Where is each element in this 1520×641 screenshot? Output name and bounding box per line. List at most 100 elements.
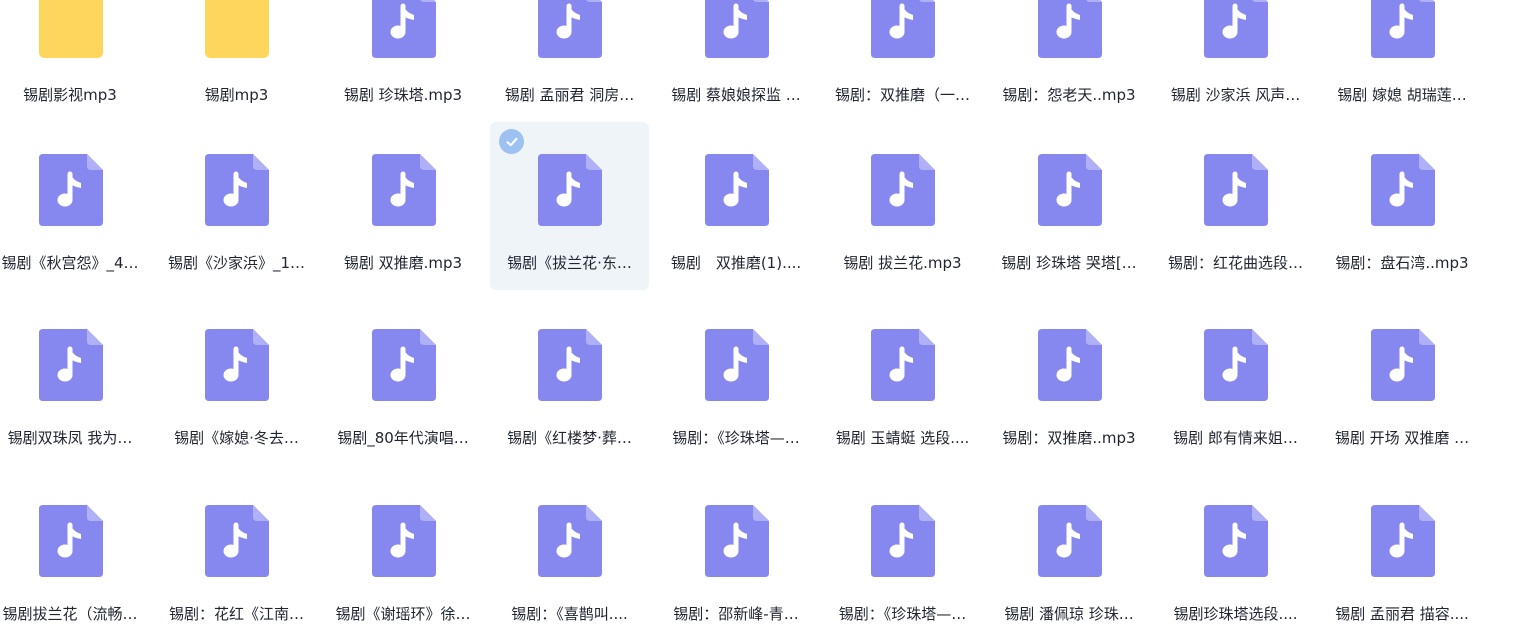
file-item[interactable]: 锡剧《红楼梦·葬… [490,297,649,465]
check-circle-icon[interactable] [499,129,524,154]
file-item[interactable]: 锡剧：《珍珠塔—… [823,473,982,641]
music-file-icon [704,0,769,58]
music-file-icon [871,505,935,577]
file-item[interactable]: 锡剧：《喜鹊叫.... [490,473,649,641]
music-file-icon [1037,154,1102,226]
file-item[interactable]: 锡剧：《珍珠塔—… [657,297,816,465]
file-name: 锡剧 嫁媳 胡瑞莲… [1337,86,1467,104]
file-item[interactable]: 锡剧 蔡娘娘探监 … [657,0,816,122]
file-name: 锡剧：《珍珠塔—… [838,605,967,623]
file-name: 锡剧《嫁媳·冬去… [174,429,299,447]
music-file-icon [1037,329,1102,401]
file-item[interactable]: 锡剧 孟丽君 洞房… [490,0,649,122]
music-file-icon [205,329,269,401]
music-file-icon [871,0,935,58]
music-file-icon [1204,329,1268,401]
file-name: 锡剧《拔兰花·东… [507,254,632,272]
file-name: 锡剧《谢瑶环》徐… [335,605,471,623]
music-file-icon [371,154,436,226]
music-file-icon [38,505,103,577]
file-name: 锡剧 郎有情来姐… [1173,429,1298,447]
file-item[interactable]: 锡剧《嫁媳·冬去… [157,297,316,465]
file-name: 锡剧：邵新峰-青… [673,605,799,623]
music-file-icon [1204,0,1268,58]
folder-icon [205,0,269,58]
file-name: 锡剧 蔡娘娘探监 … [671,86,801,104]
file-name: 锡剧《秋宫怨》_4… [1,254,139,272]
file-name: 锡剧珍珠塔选段.... [1173,605,1298,623]
file-item[interactable]: 锡剧 双推磨.mp3 [324,122,483,290]
file-item[interactable]: 锡剧：怨老天..mp3 [990,0,1149,122]
file-item[interactable]: 锡剧《秋宫怨》_4… [0,122,150,290]
music-file-icon [538,154,602,226]
file-item[interactable]: 锡剧 嫁媳 胡瑞莲… [1323,0,1482,122]
music-file-icon [538,505,602,577]
file-item[interactable]: 锡剧珍珠塔选段.... [1156,473,1315,641]
folder-item[interactable]: 锡剧影视mp3 [0,0,150,122]
music-file-icon [538,329,602,401]
file-item[interactable]: 锡剧 沙家浜 风声… [1156,0,1315,122]
file-item[interactable]: 锡剧 郎有情来姐… [1156,297,1315,465]
file-name: 锡剧 潘佩琼 珍珠… [1004,605,1134,623]
music-file-icon [1370,0,1435,58]
file-item[interactable]: 锡剧：双推磨（一… [823,0,982,122]
file-name: 锡剧《红楼梦·葬… [507,429,632,447]
file-item[interactable]: 锡剧_80年代演唱… [324,297,483,465]
music-file-icon [205,154,269,226]
file-name: 锡剧 珍珠塔 哭塔[… [1001,254,1137,272]
file-name: 锡剧：《珍珠塔—… [672,429,800,447]
file-item[interactable]: 锡剧：红花曲选段… [1156,122,1315,290]
music-file-icon [1370,329,1435,401]
music-file-icon [371,329,436,401]
file-item[interactable]: 锡剧：双推磨..mp3 [990,297,1149,465]
music-file-icon [871,154,935,226]
music-file-icon [1204,154,1268,226]
file-item[interactable]: 锡剧双珠凤 我为… [0,297,150,465]
music-file-icon [1037,0,1102,58]
music-file-icon [1370,505,1435,577]
file-name: 锡剧 玉蜻蜓 选段.... [835,429,970,447]
folder-icon [38,0,103,58]
music-file-icon [704,329,769,401]
file-name: 锡剧 开场 双推磨 … [1334,429,1470,447]
file-item[interactable]: 锡剧《谢瑶环》徐… [324,473,483,641]
music-file-icon [1037,505,1102,577]
file-name: 锡剧：怨老天..mp3 [1002,86,1136,104]
file-name: 锡剧：花红《江南… [168,605,304,623]
music-file-icon [371,0,436,58]
music-file-icon [538,0,602,58]
file-name: 锡剧：盘石湾..mp3 [1335,254,1469,272]
file-name: 锡剧 孟丽君 洞房… [504,86,635,104]
file-item[interactable]: 锡剧拔兰花（流畅… [0,473,150,641]
file-item[interactable]: 锡剧 玉蜻蜓 选段.... [823,297,982,465]
music-file-icon [704,505,769,577]
file-name: 锡剧mp3 [204,86,269,104]
music-file-icon [38,329,103,401]
file-name: 锡剧影视mp3 [23,86,117,104]
file-name: 锡剧 双推磨.mp3 [343,254,463,272]
file-name: 锡剧 珍珠塔.mp3 [343,86,463,104]
music-file-icon [205,505,269,577]
file-name: 锡剧 孟丽君 描容.... [1335,605,1469,623]
music-file-icon [871,329,935,401]
file-item[interactable]: 锡剧 潘佩琼 珍珠… [990,473,1149,641]
file-name: 锡剧 沙家浜 风声… [1170,86,1301,104]
file-grid: 锡剧影视mp3 锡剧mp3 锡剧 珍珠塔.mp3 锡剧 孟丽君 洞房… 锡剧 蔡娘娘探监… [0,0,1520,630]
file-item[interactable]: 锡剧 拔兰花.mp3 [823,122,982,290]
file-name: 锡剧：《喜鹊叫.... [511,605,628,623]
file-item[interactable]: 锡剧：花红《江南… [157,473,316,641]
file-item[interactable]: 锡剧《沙家浜》_1… [157,122,316,290]
file-item[interactable]: 锡剧：邵新峰-青… [657,473,816,641]
file-name: 锡剧：双推磨（一… [834,86,970,104]
file-item[interactable]: 锡剧 珍珠塔 哭塔[… [990,122,1149,290]
file-item[interactable]: 锡剧 开场 双推磨 … [1323,297,1482,465]
file-item[interactable]: 锡剧：盘石湾..mp3 [1323,122,1482,290]
file-item[interactable]: 锡剧 珍珠塔.mp3 [324,0,483,122]
folder-item[interactable]: 锡剧mp3 [157,0,316,122]
file-name: 锡剧拔兰花（流畅… [2,605,138,623]
file-item[interactable]: 锡剧 双推磨(1).... [657,122,816,290]
file-item[interactable]: 锡剧 孟丽君 描容.... [1323,473,1482,641]
file-name: 锡剧双珠凤 我为… [7,429,133,447]
file-item[interactable]: 锡剧《拔兰花·东… [490,122,649,290]
music-file-icon [371,505,436,577]
